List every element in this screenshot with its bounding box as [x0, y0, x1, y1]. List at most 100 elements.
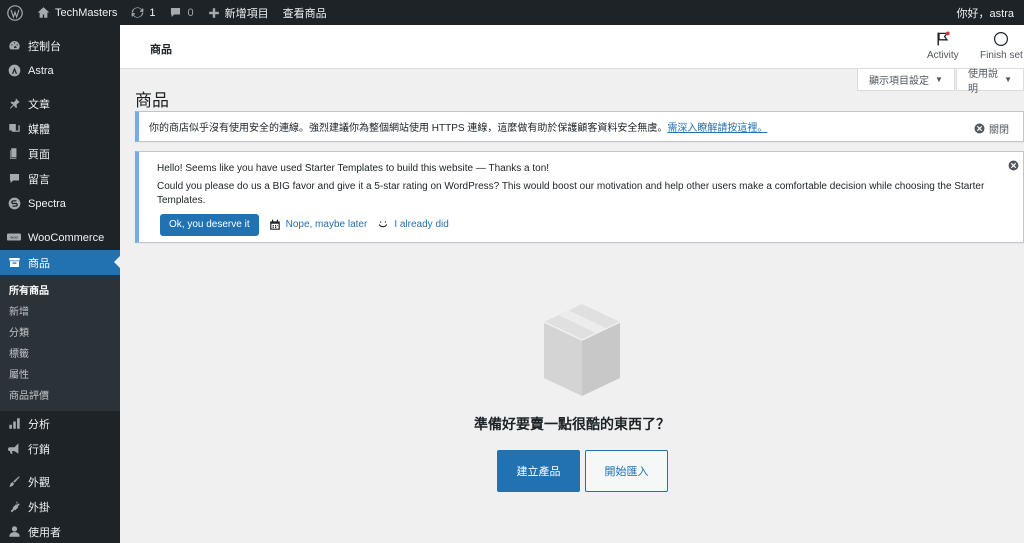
notice-line-2: Could you please do us a BIG favor and g… [157, 181, 985, 206]
menu-spectra[interactable]: Spectra [0, 191, 120, 216]
home-icon [37, 7, 50, 18]
updates-link[interactable]: 1 [124, 0, 162, 25]
close-circle-icon [1008, 160, 1019, 171]
menu-plugins[interactable]: 外掛 [0, 494, 120, 519]
dismiss-button[interactable]: 關閉 [974, 121, 1009, 136]
dashboard-icon [7, 39, 21, 53]
submenu-tags[interactable]: 標籤 [0, 342, 120, 363]
updates-count: 1 [149, 6, 156, 19]
new-label: 新增項目 [224, 7, 269, 20]
plugin-icon [7, 500, 21, 514]
already-did-label: I already did [394, 219, 449, 230]
spectra-icon [7, 197, 21, 211]
notice-close-button[interactable] [1008, 160, 1019, 176]
comment-icon [7, 172, 21, 186]
activity-button[interactable]: Activity [927, 31, 959, 61]
woocommerce-header: 商品 Activity Finish set [120, 25, 1024, 69]
maybe-later-link[interactable]: Nope, maybe later [269, 218, 368, 232]
menu-appearance-label: 外觀 [28, 476, 50, 489]
menu-astra[interactable]: Astra [0, 58, 120, 83]
finish-setup-label: Finish set [980, 50, 1023, 61]
media-icon [7, 122, 21, 136]
comment-icon [171, 7, 181, 18]
users-icon [7, 525, 21, 539]
empty-box-illustration [540, 302, 624, 401]
pin-icon [7, 97, 21, 111]
menu-plugins-label: 外掛 [28, 501, 50, 514]
finish-setup-button[interactable]: Finish set [980, 31, 1023, 61]
menu-analytics[interactable]: 分析 [0, 411, 120, 436]
menu-posts[interactable]: 文章 [0, 91, 120, 116]
woocommerce-icon: woo [7, 231, 21, 245]
maybe-later-label: Nope, maybe later [285, 219, 368, 230]
caret-down-icon: ▼ [1004, 75, 1012, 84]
notice-actions: Ok, you deserve it Nope, maybe later I a… [160, 214, 449, 236]
astra-icon [7, 64, 21, 78]
menu-appearance[interactable]: 外觀 [0, 469, 120, 494]
wordpress-icon [7, 4, 23, 21]
comments-count: 0 [187, 6, 194, 19]
refresh-icon [132, 7, 144, 18]
menu-astra-label: Astra [28, 64, 54, 77]
activity-label: Activity [927, 50, 959, 61]
start-import-button[interactable]: 開始匯入 [585, 450, 668, 492]
already-did-link[interactable]: I already did [377, 218, 449, 232]
calendar-icon [269, 219, 280, 230]
smiley-icon [379, 221, 388, 228]
view-products-link[interactable]: 查看商品 [276, 0, 334, 25]
site-name: TechMasters [55, 6, 118, 19]
menu-analytics-label: 分析 [28, 418, 50, 431]
https-notice-text: 你的商店似乎沒有使用安全的連線。強烈建議你為整個網站使用 HTTPS 連線，這麼… [149, 123, 668, 134]
menu-dashboard-label: 控制台 [28, 40, 61, 53]
plus-icon [208, 7, 219, 18]
menu-woocommerce[interactable]: woo WooCommerce [0, 225, 120, 250]
screen-options-button[interactable]: 顯示項目設定 ▼ [857, 69, 955, 91]
greeting: 你好，astra [956, 7, 1014, 20]
comments-link[interactable]: 0 [162, 0, 200, 25]
new-content-link[interactable]: 新增項目 [201, 0, 276, 25]
svg-text:woo: woo [10, 234, 18, 239]
submenu-attributes[interactable]: 屬性 [0, 363, 120, 384]
submenu-all-products[interactable]: 所有商品 [0, 279, 120, 300]
help-label: 使用說明 [968, 68, 998, 95]
view-label: 查看商品 [282, 7, 327, 20]
menu-products[interactable]: 商品 [0, 250, 120, 275]
menu-comments[interactable]: 留言 [0, 166, 120, 191]
menu-products-label: 商品 [28, 257, 50, 270]
menu-dashboard[interactable]: 控制台 [0, 33, 120, 58]
menu-marketing-label: 行銷 [28, 443, 50, 456]
https-notice: 你的商店似乎沒有使用安全的連線。強烈建議你為整個網站使用 HTTPS 連線，這麼… [135, 111, 1024, 142]
progress-ring-icon [994, 32, 1009, 46]
submenu-add-new[interactable]: 新增 [0, 300, 120, 321]
menu-users[interactable]: 使用者 [0, 519, 120, 543]
megaphone-icon [7, 442, 21, 456]
submenu-reviews[interactable]: 商品評價 [0, 384, 120, 405]
menu-comments-label: 留言 [28, 173, 50, 186]
create-product-button[interactable]: 建立產品 [497, 450, 580, 492]
page-title: 商品 [135, 91, 169, 110]
menu-marketing[interactable]: 行銷 [0, 436, 120, 461]
starter-templates-notice: Hello! Seems like you have used Starter … [135, 151, 1024, 243]
dismiss-label: 關閉 [989, 125, 1009, 136]
admin-bar: TechMasters 1 0 新增項目 查看商品 你好，astra [0, 0, 1024, 25]
bar-chart-icon [7, 417, 21, 431]
admin-sidebar: 控制台 Astra 文章 媒體 頁面 留言 Spectra woo WooCom… [0, 25, 120, 543]
menu-media[interactable]: 媒體 [0, 116, 120, 141]
site-name-link[interactable]: TechMasters [30, 0, 124, 25]
empty-state-title: 準備好要賣一點很酷的東西了？ [474, 416, 670, 432]
account-menu[interactable]: 你好，astra [950, 0, 1024, 25]
menu-posts-label: 文章 [28, 98, 50, 111]
caret-down-icon: ▼ [935, 75, 943, 84]
notice-line-1: Hello! Seems like you have used Starter … [157, 163, 550, 174]
rate-button[interactable]: Ok, you deserve it [160, 214, 259, 236]
menu-media-label: 媒體 [28, 123, 50, 136]
help-button[interactable]: 使用說明 ▼ [956, 69, 1024, 95]
paintbrush-icon [7, 475, 21, 489]
flag-icon [937, 31, 950, 46]
menu-pages[interactable]: 頁面 [0, 141, 120, 166]
learn-more-link[interactable]: 需深入瞭解請按這裡。 [667, 119, 767, 134]
wordpress-logo[interactable] [0, 0, 30, 25]
close-circle-icon [974, 123, 985, 134]
submenu-categories[interactable]: 分類 [0, 321, 120, 342]
box-icon [543, 304, 621, 396]
